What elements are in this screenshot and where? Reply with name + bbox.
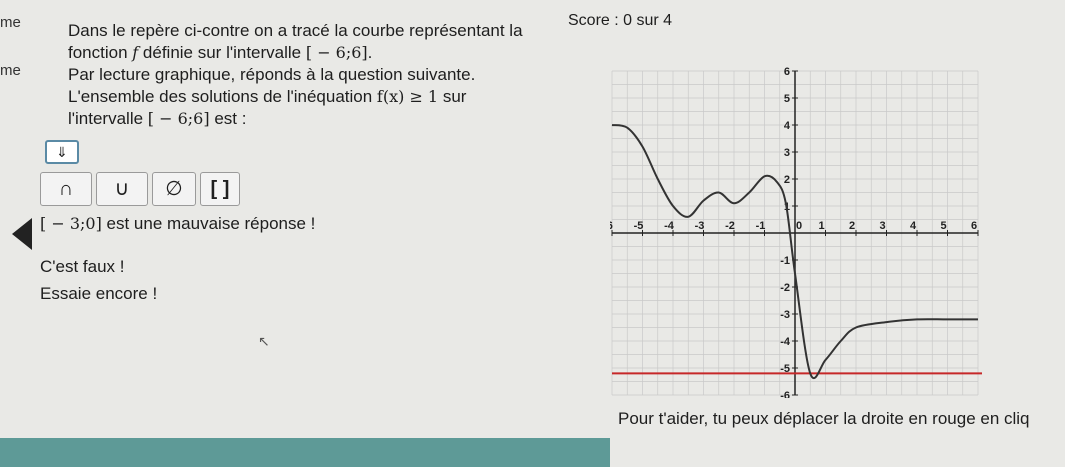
feedback-line: [ − 3;0] est une mauvaise réponse !: [40, 214, 315, 234]
x-tick-label: 4: [910, 220, 917, 232]
intersection-key[interactable]: ∩: [40, 172, 92, 206]
y-tick-label: 2: [784, 174, 790, 186]
given-answer: [ − 3;0]: [40, 214, 102, 233]
x-tick-label: 6: [971, 220, 977, 232]
y-tick-label: 4: [784, 120, 791, 132]
mouse-cursor-icon: ↖: [258, 333, 270, 349]
interval-math: [ − 6;6]: [305, 43, 368, 62]
x-tick-label: -3: [695, 220, 705, 232]
feedback-false: C'est faux !: [40, 257, 125, 276]
y-tick-label: 6: [784, 66, 790, 78]
bottom-bar: [0, 438, 610, 467]
statement-text: L'ensemble des solutions de l'inéquation: [68, 87, 377, 106]
x-tick-label: 5: [940, 220, 946, 232]
x-tick-label: -4: [664, 220, 675, 232]
x-tick-label: -1: [756, 220, 766, 232]
x-tick-label: -5: [634, 220, 644, 232]
y-tick-label: 3: [784, 147, 790, 159]
x-tick-label: 0: [796, 220, 802, 232]
statement-text: sur: [438, 87, 467, 106]
inequation-math: f(x) ≥ 1: [376, 87, 439, 106]
exercise-statement: Dans le repère ci-contre on a tracé la c…: [68, 20, 523, 130]
statement-text: fonction: [68, 43, 133, 62]
statement-line-3: Par lecture graphique, réponds à la ques…: [68, 65, 476, 84]
score-label: Score : 0 sur 4: [568, 12, 673, 29]
y-tick-label: -2: [780, 282, 790, 294]
x-tick-label: -6: [610, 220, 613, 232]
brackets-key[interactable]: [ ]: [200, 172, 240, 206]
statement-line-5: l'intervalle [ − 6;6] est :: [68, 108, 523, 130]
x-tick-label: 1: [818, 220, 824, 232]
y-tick-label: -6: [780, 390, 790, 398]
function-graph[interactable]: -6-5-4-3-2-10123456654321-1-2-3-4-5-6: [610, 50, 982, 398]
y-tick-label: -3: [780, 309, 790, 321]
statement-text: est :: [209, 109, 247, 128]
x-tick-label: 3: [879, 220, 885, 232]
statement-line-2: fonction f définie sur l'intervalle [ − …: [68, 42, 523, 64]
y-tick-label: -4: [780, 336, 791, 348]
statement-text: définie sur l'intervalle: [138, 43, 306, 62]
side-label-2: me: [0, 62, 21, 79]
help-text: Pour t'aider, tu peux déplacer la droite…: [618, 409, 1030, 428]
feedback-retry: Essaie encore !: [40, 284, 158, 303]
statement-line-4: L'ensemble des solutions de l'inéquation…: [68, 86, 523, 108]
side-label-1: me: [0, 14, 21, 31]
feedback-wrong: est une mauvaise réponse !: [101, 214, 316, 233]
interval-math: [ − 6;6]: [147, 109, 210, 128]
answer-input[interactable]: ⇓: [45, 140, 79, 164]
statement-line-1: Dans le repère ci-contre on a tracé la c…: [68, 21, 523, 40]
y-tick-label: 5: [784, 93, 790, 105]
union-key[interactable]: ∪: [96, 172, 148, 206]
y-tick-label: -1: [780, 255, 790, 267]
statement-text: .: [367, 43, 373, 62]
x-tick-label: -2: [725, 220, 735, 232]
back-arrow-icon[interactable]: [12, 218, 32, 250]
x-tick-label: 2: [849, 220, 855, 232]
statement-text: l'intervalle: [68, 109, 148, 128]
empty-set-key[interactable]: ∅: [152, 172, 196, 206]
